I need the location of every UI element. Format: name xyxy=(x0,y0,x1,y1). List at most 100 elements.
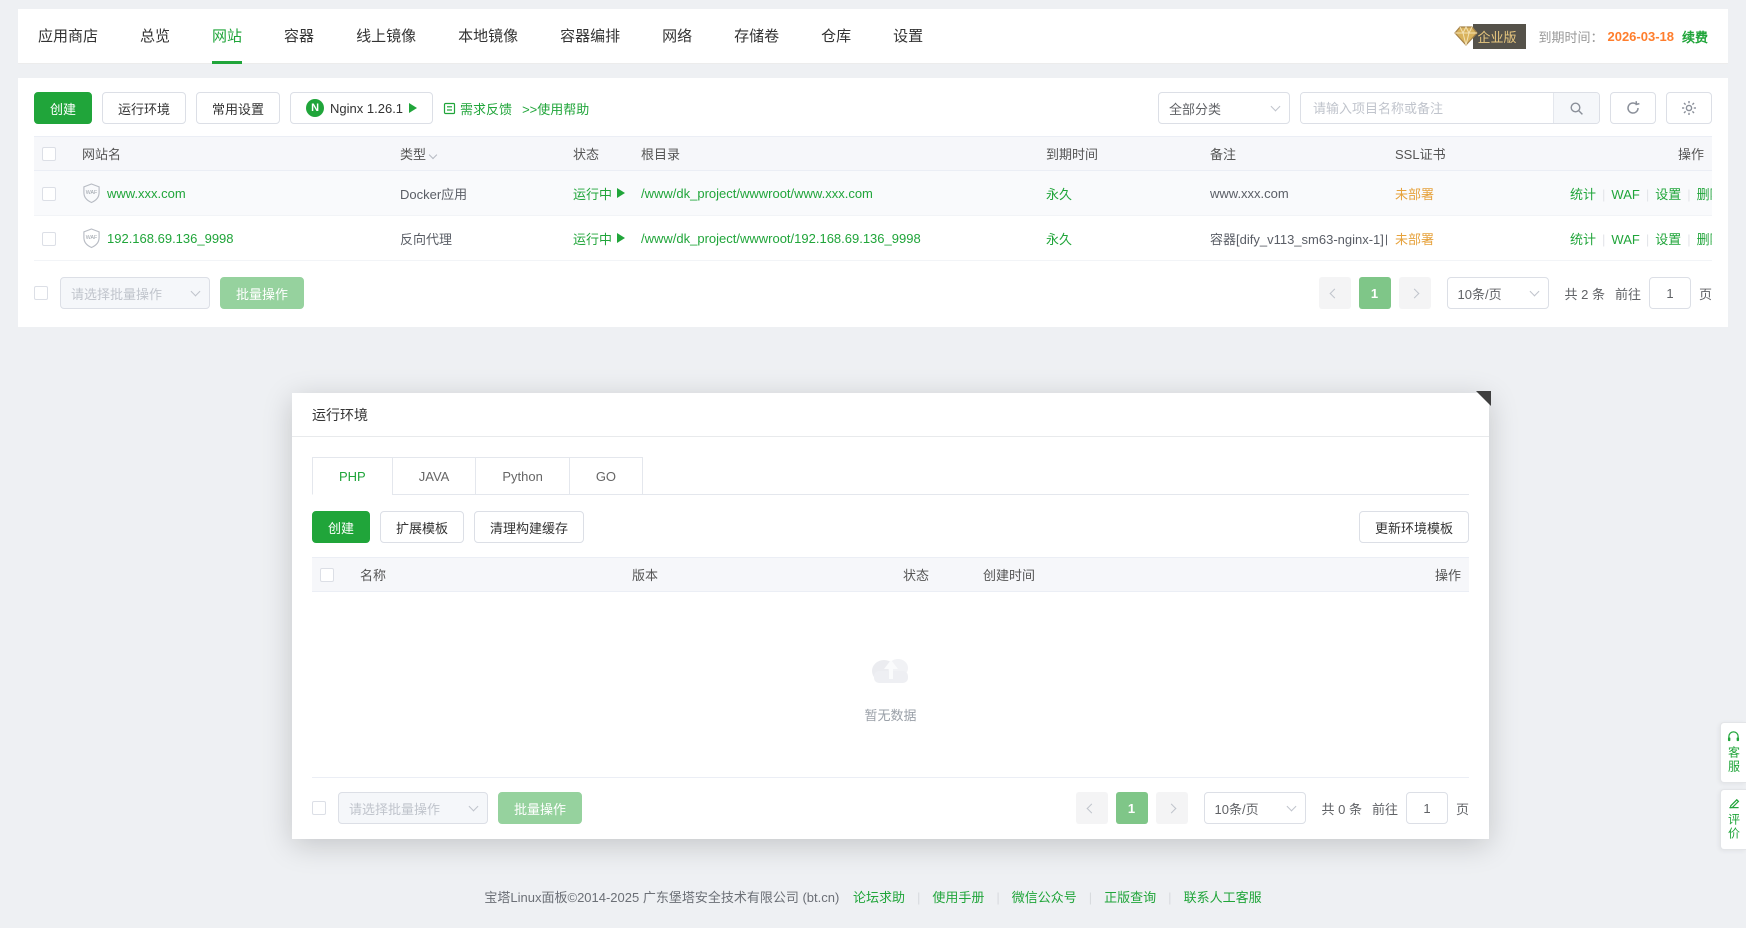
per-page-value: 10条/页 xyxy=(1458,284,1502,303)
site-status[interactable]: 运行中 xyxy=(573,229,625,248)
site-remark[interactable]: www.xxx.com xyxy=(1202,171,1387,216)
rate-button[interactable]: 评价 xyxy=(1720,789,1746,850)
search-group xyxy=(1300,92,1600,124)
action-settings[interactable]: 设置 xyxy=(1655,232,1681,247)
nav-item-compose[interactable]: 容器编排 xyxy=(560,9,620,64)
feedback-link[interactable]: 需求反馈 xyxy=(443,99,512,118)
site-remark[interactable]: 容器[dify_v113_sm63-nginx-1]自 xyxy=(1202,216,1387,261)
select-all-checkbox[interactable] xyxy=(42,147,56,161)
nav-item-container[interactable]: 容器 xyxy=(284,9,314,64)
nav-item-settings[interactable]: 设置 xyxy=(893,9,923,64)
nav-item-online-image[interactable]: 线上镜像 xyxy=(356,9,416,64)
action-waf[interactable]: WAF xyxy=(1611,187,1639,202)
corner-fold-icon[interactable] xyxy=(1476,391,1491,406)
site-name-link[interactable]: WAF www.xxx.com xyxy=(82,183,384,204)
batch-bar: 请选择批量操作 批量操作 1 10条/页 共 2 条 前往 页 xyxy=(34,277,1712,309)
footer-link-genuine[interactable]: 正版查询 xyxy=(1104,890,1156,905)
top-navbar: 应用商店 总览 网站 容器 线上镜像 本地镜像 容器编排 网络 存储卷 仓库 设… xyxy=(18,9,1728,64)
page-number-current[interactable]: 1 xyxy=(1359,277,1391,309)
customer-service-label: 客服 xyxy=(1728,746,1740,774)
site-status[interactable]: 运行中 xyxy=(573,184,625,203)
nav-item-repository[interactable]: 仓库 xyxy=(821,9,851,64)
site-root-link[interactable]: /www/dk_project/wwwroot/192.168.69.136_9… xyxy=(641,231,921,246)
modal-batch-apply-button[interactable]: 批量操作 xyxy=(498,792,582,824)
tab-php[interactable]: PHP xyxy=(312,457,393,495)
action-delete[interactable]: 删除 xyxy=(1697,232,1712,247)
site-expire[interactable]: 永久 xyxy=(1046,187,1072,202)
action-waf[interactable]: WAF xyxy=(1611,232,1639,247)
nav-item-overview[interactable]: 总览 xyxy=(140,9,170,64)
chevron-right-icon xyxy=(1410,288,1420,298)
clean-build-cache-button[interactable]: 清理构建缓存 xyxy=(474,511,584,543)
refresh-button[interactable] xyxy=(1610,92,1656,124)
modal-body: PHP JAVA Python GO 创建 扩展模板 清理构建缓存 更新环境模板… xyxy=(292,437,1489,824)
modal-header-version: 版本 xyxy=(624,558,895,592)
header-type[interactable]: 类型 xyxy=(392,137,565,171)
runtime-env-button[interactable]: 运行环境 xyxy=(102,92,186,124)
batch-apply-button[interactable]: 批量操作 xyxy=(220,277,304,309)
site-root-link[interactable]: /www/dk_project/wwwroot/www.xxx.com xyxy=(641,186,873,201)
batch-select-all-checkbox[interactable] xyxy=(34,286,48,300)
footer-link-support[interactable]: 联系人工客服 xyxy=(1184,890,1262,905)
nav-item-app-store[interactable]: 应用商店 xyxy=(38,9,98,64)
ssl-status[interactable]: 未部署 xyxy=(1395,232,1434,247)
total-count: 共 2 条 xyxy=(1565,284,1605,303)
tab-go[interactable]: GO xyxy=(569,457,643,495)
modal-per-page-select[interactable]: 10条/页 xyxy=(1204,792,1306,824)
chevron-left-icon xyxy=(1330,288,1340,298)
tab-java[interactable]: JAVA xyxy=(392,457,477,495)
row-actions: 统计|WAF|设置|删除 xyxy=(1562,216,1712,261)
nav-item-local-image[interactable]: 本地镜像 xyxy=(458,9,518,64)
extend-template-button[interactable]: 扩展模板 xyxy=(380,511,464,543)
ssl-status[interactable]: 未部署 xyxy=(1395,187,1434,202)
help-link[interactable]: >>使用帮助 xyxy=(522,99,589,118)
footer-link-wechat[interactable]: 微信公众号 xyxy=(1012,890,1077,905)
footer-link-forum[interactable]: 论坛求助 xyxy=(853,890,905,905)
waf-shield-icon: WAF xyxy=(82,228,101,249)
row-checkbox[interactable] xyxy=(42,187,56,201)
modal-toolbar: 创建 扩展模板 清理构建缓存 更新环境模板 xyxy=(312,511,1469,543)
action-settings[interactable]: 设置 xyxy=(1655,187,1681,202)
vip-badge[interactable]: 企业版 xyxy=(1453,24,1526,49)
nav-items: 应用商店 总览 网站 容器 线上镜像 本地镜像 容器编排 网络 存储卷 仓库 设… xyxy=(38,9,923,64)
header-status: 状态 xyxy=(565,137,633,171)
footer-link-manual[interactable]: 使用手册 xyxy=(932,890,984,905)
nav-item-website[interactable]: 网站 xyxy=(212,9,242,64)
action-stats[interactable]: 统计 xyxy=(1570,232,1596,247)
common-settings-button[interactable]: 常用设置 xyxy=(196,92,280,124)
site-expire[interactable]: 永久 xyxy=(1046,232,1072,247)
search-button[interactable] xyxy=(1553,93,1599,123)
modal-page-number-current[interactable]: 1 xyxy=(1116,792,1148,824)
create-site-button[interactable]: 创建 xyxy=(34,92,92,124)
gear-button[interactable] xyxy=(1666,92,1712,124)
modal-batch-checkbox[interactable] xyxy=(312,801,326,815)
empty-cloud-icon xyxy=(864,645,918,691)
modal-batch-select[interactable]: 请选择批量操作 xyxy=(338,792,488,824)
next-page-button[interactable] xyxy=(1399,277,1431,309)
refresh-icon xyxy=(1625,100,1641,116)
per-page-select[interactable]: 10条/页 xyxy=(1447,277,1549,309)
search-input[interactable] xyxy=(1301,93,1553,123)
nav-item-network[interactable]: 网络 xyxy=(662,9,692,64)
action-stats[interactable]: 统计 xyxy=(1570,187,1596,202)
action-delete[interactable]: 删除 xyxy=(1697,187,1712,202)
renew-link[interactable]: 续费 xyxy=(1682,27,1708,46)
customer-service-button[interactable]: 客服 xyxy=(1720,722,1746,783)
tab-python[interactable]: Python xyxy=(475,457,569,495)
modal-batch-placeholder: 请选择批量操作 xyxy=(349,799,440,818)
row-checkbox[interactable] xyxy=(42,232,56,246)
site-name-link[interactable]: WAF 192.168.69.136_9998 xyxy=(82,228,384,249)
goto-page-input[interactable] xyxy=(1649,277,1691,309)
prev-page-button[interactable] xyxy=(1319,277,1351,309)
modal-goto-page-input[interactable] xyxy=(1406,792,1448,824)
category-filter-select[interactable]: 全部分类 xyxy=(1158,92,1290,124)
modal-create-button[interactable]: 创建 xyxy=(312,511,370,543)
nav-item-volume[interactable]: 存储卷 xyxy=(734,9,779,64)
modal-select-all-checkbox[interactable] xyxy=(320,568,334,582)
modal-next-page-button[interactable] xyxy=(1156,792,1188,824)
web-server-button[interactable]: N Nginx 1.26.1 xyxy=(290,92,433,124)
batch-action-select[interactable]: 请选择批量操作 xyxy=(60,277,210,309)
update-env-template-button[interactable]: 更新环境模板 xyxy=(1359,511,1469,543)
header-remark: 备注 xyxy=(1202,137,1387,171)
modal-prev-page-button[interactable] xyxy=(1076,792,1108,824)
